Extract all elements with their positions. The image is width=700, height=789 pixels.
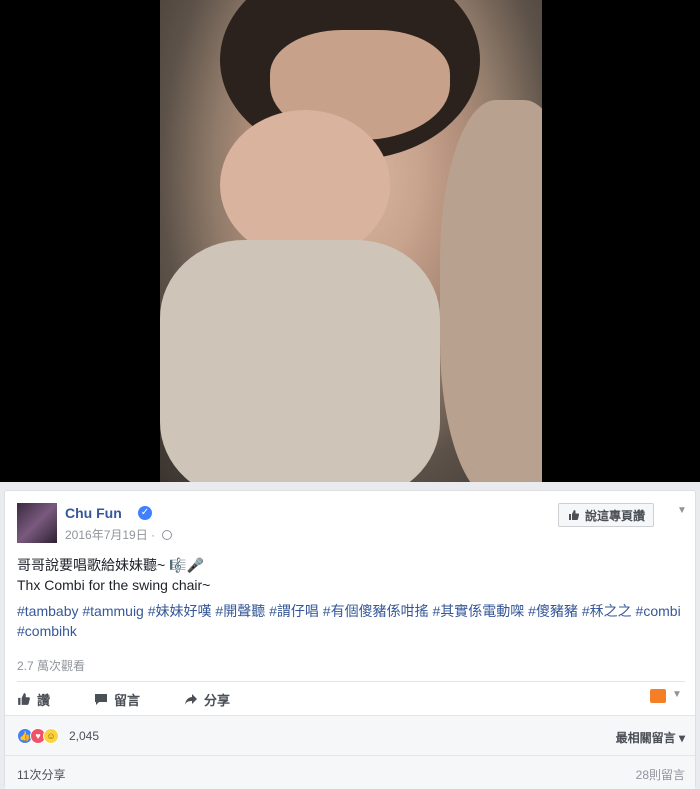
hashtag-link[interactable]: #有個傻豬係咁搖 [323,603,429,619]
thumbs-up-icon [17,692,31,706]
hashtag-link[interactable]: #combi [636,603,681,619]
reaction-count[interactable]: 2,045 [69,729,99,743]
share-count[interactable]: 11次分享 [17,766,65,783]
reaction-icons[interactable]: 👍 ♥ ☺ [17,728,59,744]
hashtag-link[interactable]: #妹妹好嘆 [148,603,212,619]
like-button[interactable]: 讚 [17,690,50,709]
like-page-label: 說這專頁讚 [585,508,646,523]
thumbs-up-icon [567,508,581,522]
avatar[interactable] [17,503,57,543]
baby-outfit [160,240,440,482]
post-date-row: 2016年7月19日 · [65,526,173,543]
like-label: 讚 [37,692,51,708]
audience-avatar-icon[interactable] [650,689,666,703]
hashtag-link[interactable]: #開聲聽 [215,603,265,619]
chevron-down-icon[interactable]: ▼ [677,505,687,516]
post-text: 哥哥說要唱歌給妹妹聽~ 🎼🎤 Thx Combi for the swing c… [17,555,687,595]
view-count: 2.7 萬次觀看 [17,659,86,673]
comment-sort-dropdown[interactable]: 最相關留言 ▾ [616,729,685,746]
share-label: 分享 [204,692,231,708]
date-separator: · [151,528,156,542]
share-arrow-icon [184,692,198,706]
comment-button[interactable]: 留言 [94,690,140,709]
share-button[interactable]: 分享 [184,690,230,709]
hashtag-link[interactable]: #謂仔唱 [269,603,319,619]
comment-bubble-icon [94,692,108,706]
hashtag-list: #tambaby #tammuig #妹妹好嘆 #開聲聽 #謂仔唱 #有個傻豬係… [17,601,687,641]
post-card: Chu Fun ✓ 2016年7月19日 · 說這專頁讚 ▼ 哥哥說要唱歌給妹妹… [4,490,696,789]
post-text-line-1: 哥哥說要唱歌給妹妹聽~ 🎼🎤 [17,557,204,573]
comment-label: 留言 [114,692,141,708]
verified-badge-icon: ✓ [138,506,152,520]
hashtag-link[interactable]: #combihk [17,623,77,639]
globe-icon [162,530,173,540]
chair-side [440,100,542,482]
comment-count[interactable]: 28則留言 [636,766,685,783]
post-date[interactable]: 2016年7月19日 [65,528,148,542]
action-bar: 讚 留言 分享 [17,685,274,713]
divider [17,681,685,682]
video-frame[interactable] [160,0,542,482]
hashtag-link[interactable]: #其實係電動㗎 [432,603,524,619]
chevron-down-icon[interactable]: ▼ [672,689,682,700]
hashtag-link[interactable]: #傻豬豬 [528,603,578,619]
baby-face [220,110,390,260]
hashtag-link[interactable]: #tambaby [17,603,78,619]
reactions-bar: 👍 ♥ ☺ 2,045 最相關留言 ▾ [5,715,695,755]
post-footer: 11次分享 28則留言 [5,755,695,789]
like-page-button[interactable]: 說這專頁讚 [558,503,655,527]
video-player[interactable] [0,0,700,482]
haha-reaction-icon: ☺ [43,728,59,744]
post-text-line-2: Thx Combi for the swing chair~ [17,577,211,593]
hashtag-link[interactable]: #tammuig [82,603,143,619]
hashtag-link[interactable]: #秝之之 [582,603,632,619]
page-name[interactable]: Chu Fun [65,505,122,521]
